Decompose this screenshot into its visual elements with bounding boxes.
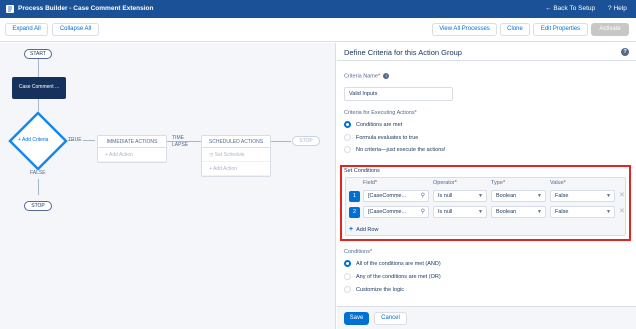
search-icon: ⚲	[420, 209, 425, 215]
app-title: Process Builder - Case Comment Extension	[18, 5, 154, 12]
back-to-setup-link[interactable]: ← Back To Setup	[545, 5, 595, 12]
remove-row-icon[interactable]: ✕	[619, 207, 625, 215]
criteria-name-input[interactable]: Valid Inputs	[344, 87, 453, 101]
chevron-down-icon: ▼	[537, 209, 542, 215]
add-row-button[interactable]: + Add Row	[349, 226, 378, 233]
radio-dot	[344, 134, 351, 141]
add-criteria-label[interactable]: + Add Criteria	[18, 137, 48, 143]
edit-properties-button[interactable]: Edit Properties	[533, 23, 588, 36]
clone-button[interactable]: Clone	[500, 23, 530, 36]
immediate-actions-header: IMMEDIATE ACTIONS	[98, 136, 166, 148]
radio-dot	[344, 121, 351, 128]
process-canvas: START Case Comment ... + Add Criteria TR…	[0, 43, 336, 329]
panel-footer: Save Cancel	[337, 306, 636, 329]
start-node: START	[24, 49, 52, 59]
conditions-label: Conditions*	[344, 249, 373, 255]
required-marker: *	[377, 73, 381, 80]
connector	[38, 99, 39, 111]
connector	[38, 179, 39, 195]
field-lookup[interactable]: [CaseComme... ⚲	[363, 190, 429, 202]
column-header-field: Field*	[363, 180, 378, 186]
immediate-actions-card: IMMEDIATE ACTIONS + Add Action	[97, 135, 167, 163]
help-icon: ?	[608, 5, 612, 12]
required-marker: *	[370, 249, 373, 255]
stop-node-right: STOP	[292, 136, 320, 146]
executing-actions-label: Criteria for Executing Actions*	[344, 110, 417, 116]
connector	[38, 59, 39, 77]
back-arrow-icon: ←	[545, 5, 552, 12]
true-label: TRUE	[68, 137, 82, 143]
chevron-down-icon: ▼	[478, 209, 483, 215]
connector	[83, 140, 95, 141]
time-lapse-label: TIME LAPSE	[172, 135, 189, 148]
chevron-down-icon: ▼	[606, 193, 611, 199]
info-icon[interactable]: i	[383, 73, 390, 79]
toolbar: Expand All Collapse All View All Process…	[0, 18, 636, 42]
column-header-operator: Operator*	[433, 180, 457, 186]
collapse-all-button[interactable]: Collapse All	[52, 23, 99, 36]
column-header-value: Value*	[550, 180, 566, 186]
radio-no-criteria[interactable]: No criteria—just execute the actions!	[344, 146, 544, 154]
type-select[interactable]: Boolean ▼	[491, 190, 546, 202]
chevron-down-icon: ▼	[478, 193, 483, 199]
remove-row-icon[interactable]: ✕	[619, 191, 625, 199]
radio-any-conditions[interactable]: Any of the conditions are met (OR)	[344, 273, 544, 281]
radio-dot	[344, 273, 351, 280]
cancel-button[interactable]: Cancel	[374, 312, 407, 325]
view-all-processes-button[interactable]: View All Processes	[432, 23, 497, 36]
radio-dot	[344, 260, 351, 267]
stop-node-bottom: STOP	[24, 201, 52, 211]
search-icon: ⚲	[420, 193, 425, 199]
type-select[interactable]: Boolean ▼	[491, 206, 546, 218]
column-header-type: Type*	[491, 180, 506, 186]
row-number: 1	[349, 191, 360, 202]
app-header: Process Builder - Case Comment Extension…	[0, 0, 636, 18]
panel-header: Define Criteria for this Action Group ?	[337, 43, 636, 61]
add-action-immediate[interactable]: + Add Action	[98, 148, 166, 162]
row-number: 2	[349, 207, 360, 218]
radio-formula-true[interactable]: Formula evaluates to true	[344, 134, 544, 142]
required-marker: *	[414, 110, 417, 116]
radio-conditions-met[interactable]: Conditions are met	[344, 121, 544, 129]
operator-select[interactable]: Is null ▼	[433, 190, 487, 202]
panel-title: Define Criteria for this Action Group	[344, 48, 462, 57]
radio-dot	[344, 146, 351, 153]
radio-all-conditions[interactable]: All of the conditions are met (AND)	[344, 260, 544, 268]
activate-button[interactable]: Activate	[591, 23, 629, 36]
set-conditions-label: Set Conditions	[344, 168, 380, 174]
help-icon[interactable]: ?	[621, 48, 629, 56]
chevron-down-icon: ▼	[606, 209, 611, 215]
false-label: FALSE	[30, 170, 46, 176]
process-builder-icon	[6, 5, 14, 13]
help-label: Help	[613, 5, 627, 12]
radio-dot	[344, 286, 351, 293]
set-schedule-row[interactable]: ◷ Set Schedule	[202, 148, 270, 162]
expand-all-button[interactable]: Expand All	[5, 23, 48, 36]
connector	[271, 141, 291, 142]
scheduled-actions-card: SCHEDULED ACTIONS ◷ Set Schedule + Add A…	[201, 135, 271, 177]
add-icon: +	[349, 226, 354, 233]
operator-select[interactable]: Is null ▼	[433, 206, 487, 218]
save-button[interactable]: Save	[344, 312, 369, 325]
radio-customize-logic[interactable]: Customize the logic	[344, 286, 544, 294]
object-node[interactable]: Case Comment ...	[12, 77, 66, 99]
scheduled-actions-header: SCHEDULED ACTIONS	[202, 136, 270, 148]
chevron-down-icon: ▼	[537, 193, 542, 199]
add-action-scheduled[interactable]: + Add Action	[202, 162, 270, 176]
value-select[interactable]: False ▼	[550, 190, 615, 202]
back-to-setup-label: Back To Setup	[553, 5, 596, 12]
criteria-panel: Define Criteria for this Action Group ? …	[337, 43, 636, 329]
value-select[interactable]: False ▼	[550, 206, 615, 218]
criteria-name-label: Criteria Name* i	[344, 73, 390, 80]
help-link[interactable]: ? Help	[608, 5, 627, 12]
field-lookup[interactable]: [CaseComme... ⚲	[363, 206, 429, 218]
